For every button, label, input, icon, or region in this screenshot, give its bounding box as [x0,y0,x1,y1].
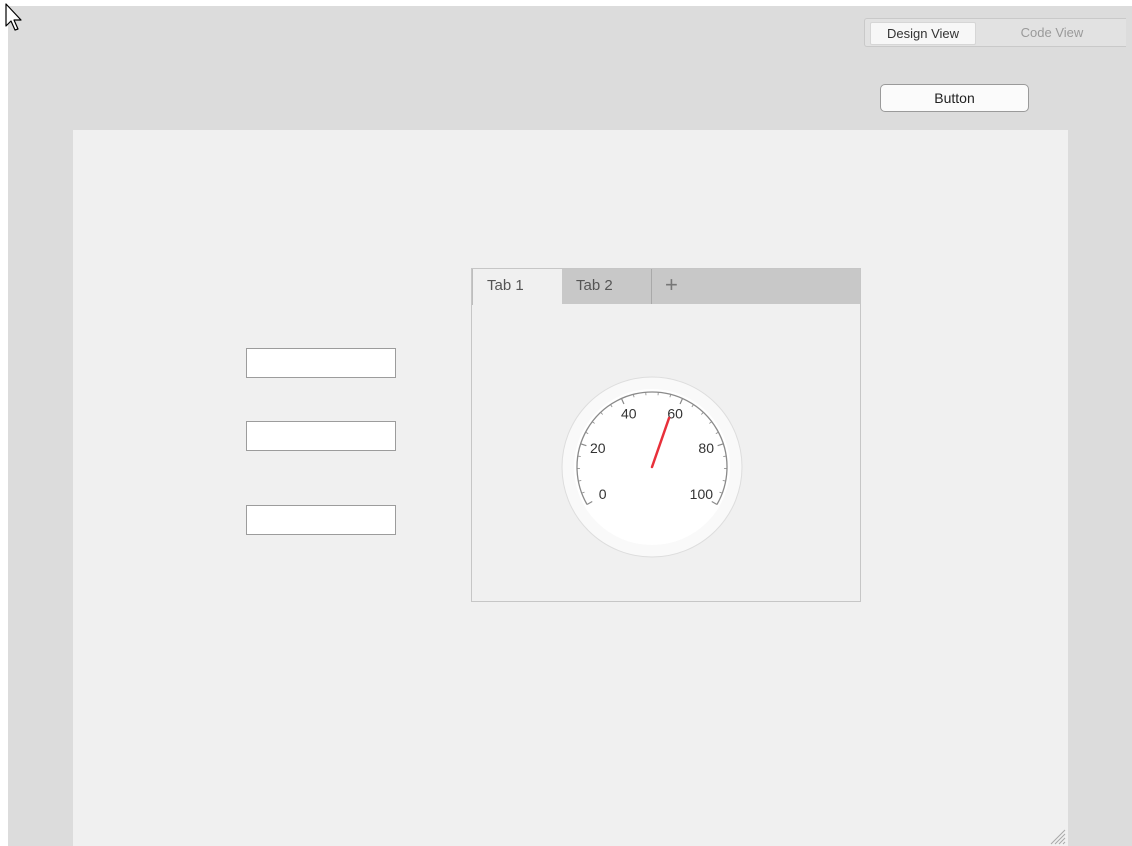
gauge-tick-label: 0 [599,486,607,502]
tab-group[interactable]: Tab 1 Tab 2 + 0 20 40 60 80 100 [471,268,861,602]
code-view-button[interactable]: Code View [993,22,1111,43]
edit-field-2[interactable] [246,421,396,451]
gauge-tick-label: 20 [590,440,606,456]
gauge-minor-tick [722,480,726,482]
button-component[interactable]: Button [880,84,1029,112]
gauge-tick-label: 40 [621,406,637,422]
gauge-minor-tick [578,480,582,482]
edit-field-1[interactable] [246,348,396,378]
gauge[interactable]: 0 20 40 60 80 100 [560,375,744,559]
edit-field-3[interactable] [246,505,396,535]
tab-1[interactable]: Tab 1 [472,269,562,305]
design-canvas[interactable]: Tab 1 Tab 2 + 0 20 40 60 80 100 [73,130,1068,846]
add-tab-plus-icon[interactable]: + [654,269,694,304]
mouse-pointer-icon [5,3,22,31]
view-toggle: Design View Code View [864,18,1126,47]
tab-2[interactable]: Tab 2 [562,269,652,304]
gauge-tick-label: 100 [690,486,714,502]
gauge-tick-label: 80 [698,440,714,456]
resize-grip-icon[interactable] [1046,825,1066,845]
tab-bar: Tab 1 Tab 2 + [472,269,860,305]
design-view-button[interactable]: Design View [870,22,976,45]
